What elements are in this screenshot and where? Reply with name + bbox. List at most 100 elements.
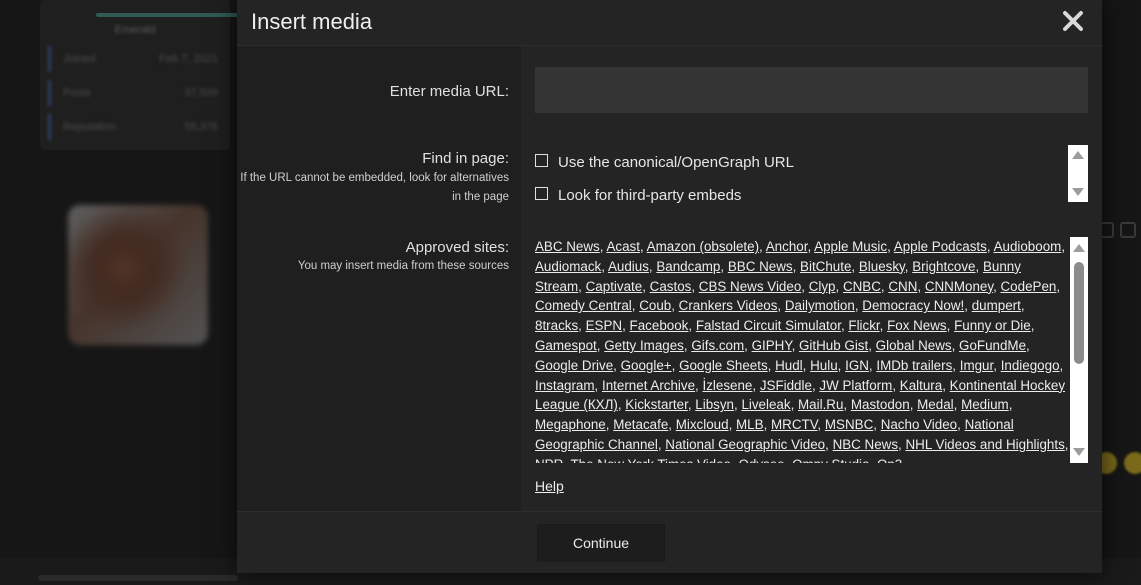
site-link[interactable]: Kaltura xyxy=(900,378,942,393)
site-link[interactable]: Getty Images xyxy=(604,338,684,353)
site-link[interactable]: Indiegogo xyxy=(1001,358,1060,373)
site-link[interactable]: Gifs.com xyxy=(691,338,744,353)
site-link[interactable]: IGN xyxy=(845,358,869,373)
site-link[interactable]: Audiomack xyxy=(535,259,601,274)
site-link[interactable]: Omny Studio xyxy=(792,457,869,463)
site-link[interactable]: Audioboom xyxy=(994,239,1062,254)
site-link[interactable]: Flickr xyxy=(848,318,879,333)
site-link[interactable]: CBS News Video xyxy=(699,279,801,294)
site-link[interactable]: GIPHY xyxy=(752,338,792,353)
media-url-row: Enter media URL: xyxy=(237,46,1102,130)
site-link[interactable]: Mixcloud xyxy=(676,417,729,432)
site-link[interactable]: Crankers Videos xyxy=(679,298,778,313)
site-link[interactable]: The New York Times Video xyxy=(570,457,731,463)
option-canonical-url[interactable]: Use the canonical/OpenGraph URL xyxy=(535,146,1088,179)
scroll-down-arrow-icon[interactable] xyxy=(1073,448,1085,456)
site-link[interactable]: Imgur xyxy=(960,358,994,373)
site-link[interactable]: Mail.Ru xyxy=(798,397,843,412)
site-link[interactable]: Bandcamp xyxy=(656,259,720,274)
approved-sites-list[interactable]: ABC News, Acast, Amazon (obsolete), Anch… xyxy=(535,237,1088,463)
site-link[interactable]: Dailymotion xyxy=(785,298,855,313)
site-link[interactable]: Nacho Video xyxy=(881,417,957,432)
site-link[interactable]: MLB xyxy=(736,417,764,432)
site-link[interactable]: Comedy Central xyxy=(535,298,632,313)
help-link[interactable]: Help xyxy=(535,478,564,494)
scroll-down-arrow-icon[interactable] xyxy=(1072,188,1084,196)
site-link[interactable]: Google Sheets xyxy=(679,358,768,373)
site-link[interactable]: Odysee xyxy=(738,457,784,463)
scroll-up-arrow-icon[interactable] xyxy=(1072,151,1084,159)
find-options: Use the canonical/OpenGraph URL Look for… xyxy=(535,146,1088,204)
sites-scrollbar[interactable] xyxy=(1070,237,1088,463)
site-link[interactable]: On3 xyxy=(877,457,902,463)
site-link[interactable]: JSFiddle xyxy=(760,378,812,393)
site-link[interactable]: Gamespot xyxy=(535,338,597,353)
site-link[interactable]: MSNBC xyxy=(825,417,873,432)
site-link[interactable]: Amazon (obsolete) xyxy=(647,239,759,254)
stat-value: 55,376 xyxy=(184,121,218,133)
site-link[interactable]: Megaphone xyxy=(535,417,606,432)
site-link[interactable]: CodePen xyxy=(1001,279,1057,294)
site-link[interactable]: Liveleak xyxy=(741,397,790,412)
site-link[interactable]: Facebook xyxy=(630,318,689,333)
site-link[interactable]: Democracy Now! xyxy=(862,298,964,313)
site-link[interactable]: GitHub Gist xyxy=(799,338,868,353)
site-link[interactable]: CNBC xyxy=(843,279,881,294)
site-link[interactable]: Anchor xyxy=(766,239,808,254)
site-link[interactable]: Medium xyxy=(961,397,1009,412)
site-link[interactable]: ABC News xyxy=(535,239,600,254)
site-link[interactable]: Coub xyxy=(639,298,671,313)
options-scrollbar[interactable] xyxy=(1068,145,1088,202)
site-link[interactable]: National Geographic Video xyxy=(665,437,825,452)
site-link[interactable]: Google Drive xyxy=(535,358,613,373)
approved-sites-row: Approved sites: You may insert media fro… xyxy=(237,218,1102,511)
site-link[interactable]: Internet Archive xyxy=(602,378,695,393)
site-link[interactable]: ESPN xyxy=(586,318,622,333)
site-link[interactable]: Captivate xyxy=(586,279,643,294)
scroll-up-arrow-icon[interactable] xyxy=(1073,244,1085,252)
site-link[interactable]: Fox News xyxy=(887,318,947,333)
site-link[interactable]: Kickstarter xyxy=(625,397,688,412)
site-link[interactable]: GoFundMe xyxy=(959,338,1026,353)
site-link[interactable]: Falstad Circuit Simulator xyxy=(696,318,841,333)
third-party-embeds-checkbox[interactable] xyxy=(535,187,548,200)
site-link[interactable]: Metacafe xyxy=(613,417,668,432)
site-link[interactable]: JW Platform xyxy=(819,378,892,393)
site-link[interactable]: Medal xyxy=(917,397,953,412)
site-link[interactable]: CNNMoney xyxy=(925,279,993,294)
site-link[interactable]: Apple Podcasts xyxy=(894,239,987,254)
site-link[interactable]: BBC News xyxy=(728,259,793,274)
site-link[interactable]: Bluesky xyxy=(859,259,905,274)
site-link[interactable]: NPR xyxy=(535,457,563,463)
approved-sites-label-cell: Approved sites: You may insert media fro… xyxy=(237,218,521,511)
site-link[interactable]: Acast xyxy=(606,239,640,254)
site-link[interactable]: İzlesene xyxy=(703,378,753,393)
site-link[interactable]: NHL Videos and Highlights xyxy=(906,437,1065,452)
site-link[interactable]: Mastodon xyxy=(851,397,910,412)
media-url-input[interactable] xyxy=(535,67,1088,113)
site-link[interactable]: NBC News xyxy=(833,437,898,452)
canonical-url-checkbox[interactable] xyxy=(535,154,548,167)
site-link[interactable]: Hudl xyxy=(775,358,803,373)
site-link[interactable]: Hulu xyxy=(810,358,838,373)
site-link[interactable]: IMDb trailers xyxy=(876,358,952,373)
site-link[interactable]: Instagram xyxy=(535,378,595,393)
site-link[interactable]: Global News xyxy=(876,338,952,353)
site-link[interactable]: Funny or Die xyxy=(954,318,1031,333)
option-third-party-embeds[interactable]: Look for third-party embeds xyxy=(535,179,1088,212)
site-link[interactable]: CNN xyxy=(888,279,917,294)
site-link[interactable]: Audius xyxy=(608,259,649,274)
close-button[interactable] xyxy=(1060,8,1086,34)
site-link[interactable]: dumpert xyxy=(972,298,1021,313)
site-link[interactable]: Brightcove xyxy=(912,259,975,274)
site-link[interactable]: MRCTV xyxy=(771,417,817,432)
site-link[interactable]: 8tracks xyxy=(535,318,578,333)
continue-button[interactable]: Continue xyxy=(537,524,665,562)
site-link[interactable]: Libsyn xyxy=(695,397,734,412)
site-link[interactable]: Google+ xyxy=(621,358,672,373)
scrollbar-thumb[interactable] xyxy=(1074,262,1084,364)
site-link[interactable]: BitChute xyxy=(800,259,851,274)
site-link[interactable]: Castos xyxy=(650,279,692,294)
site-link[interactable]: Clyp xyxy=(809,279,836,294)
site-link[interactable]: Apple Music xyxy=(814,239,887,254)
